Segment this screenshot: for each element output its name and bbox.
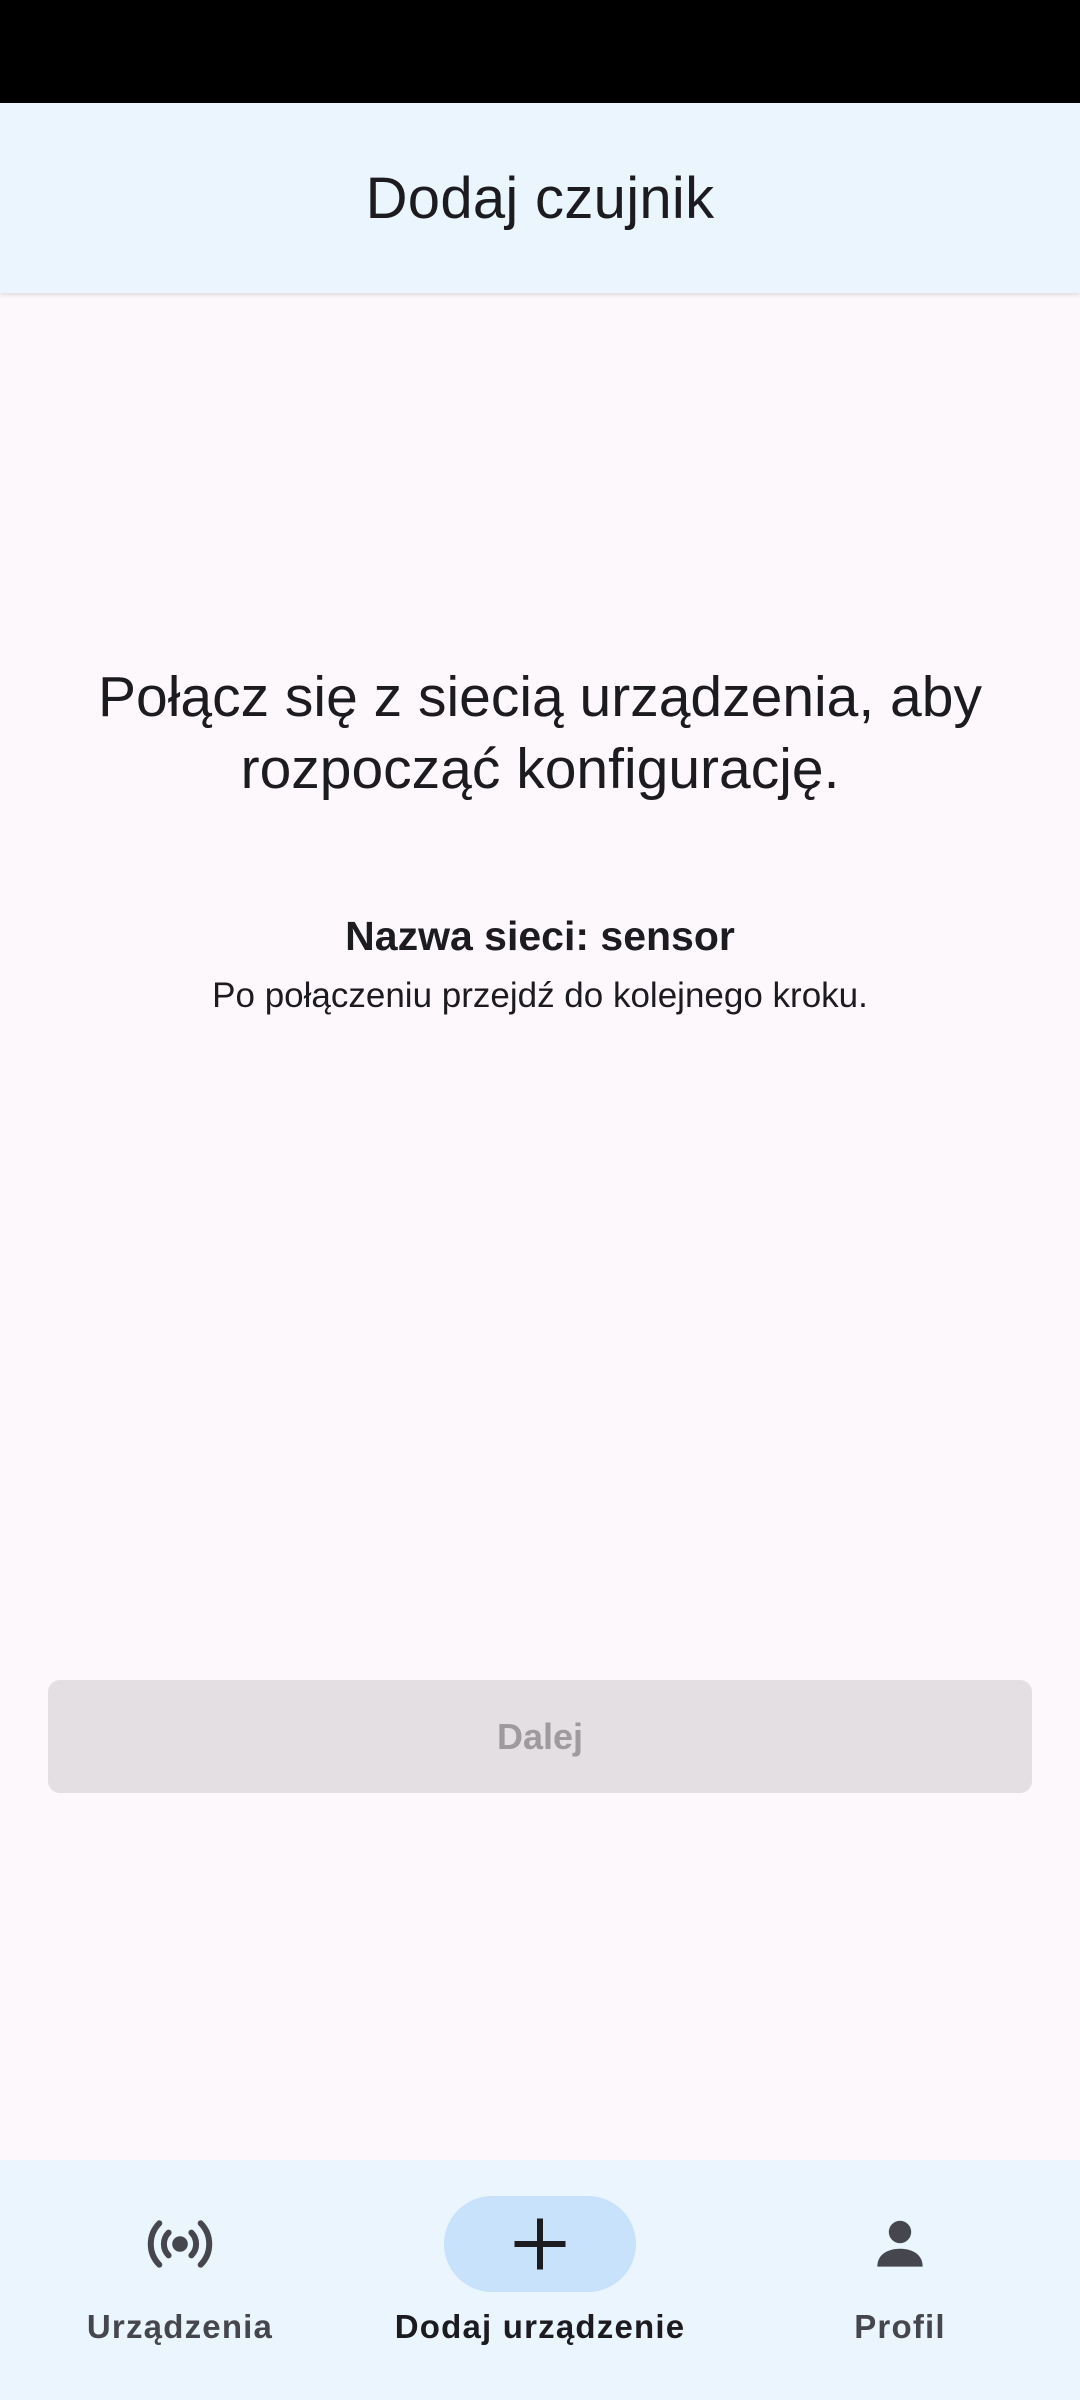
app-bar: Dodaj czujnik (0, 103, 1080, 293)
nav-indicator (84, 2196, 276, 2292)
nav-indicator (804, 2196, 996, 2292)
sensors-icon (147, 2220, 213, 2268)
next-button[interactable]: Dalej (48, 1680, 1032, 1793)
nav-item-add-device[interactable]: Dodaj urządzenie (360, 2160, 720, 2400)
nav-label-profile: Profil (854, 2308, 946, 2345)
status-bar (0, 0, 1080, 103)
add-icon (514, 2218, 566, 2270)
nav-label-devices: Urządzenia (86, 2308, 274, 2345)
next-step-hint: Po połączeniu przejdź do kolejnego kroku… (212, 976, 868, 1015)
nav-item-devices[interactable]: Urządzenia (0, 2160, 360, 2400)
instruction-headline: Połącz się z siecią urządzenia, aby rozp… (98, 665, 982, 801)
page-title: Dodaj czujnik (365, 165, 715, 231)
main-content: Połącz się z siecią urządzenia, aby rozp… (0, 293, 1080, 2160)
network-name-label: Nazwa sieci: sensor (345, 913, 735, 959)
bottom-navigation: Urządzenia Dodaj urządzenie Profil (0, 2160, 1080, 2400)
nav-item-profile[interactable]: Profil (720, 2160, 1080, 2400)
nav-label-add-device: Dodaj urządzenie (394, 2308, 686, 2345)
nav-indicator-active (444, 2196, 636, 2292)
person-icon (877, 2220, 923, 2267)
